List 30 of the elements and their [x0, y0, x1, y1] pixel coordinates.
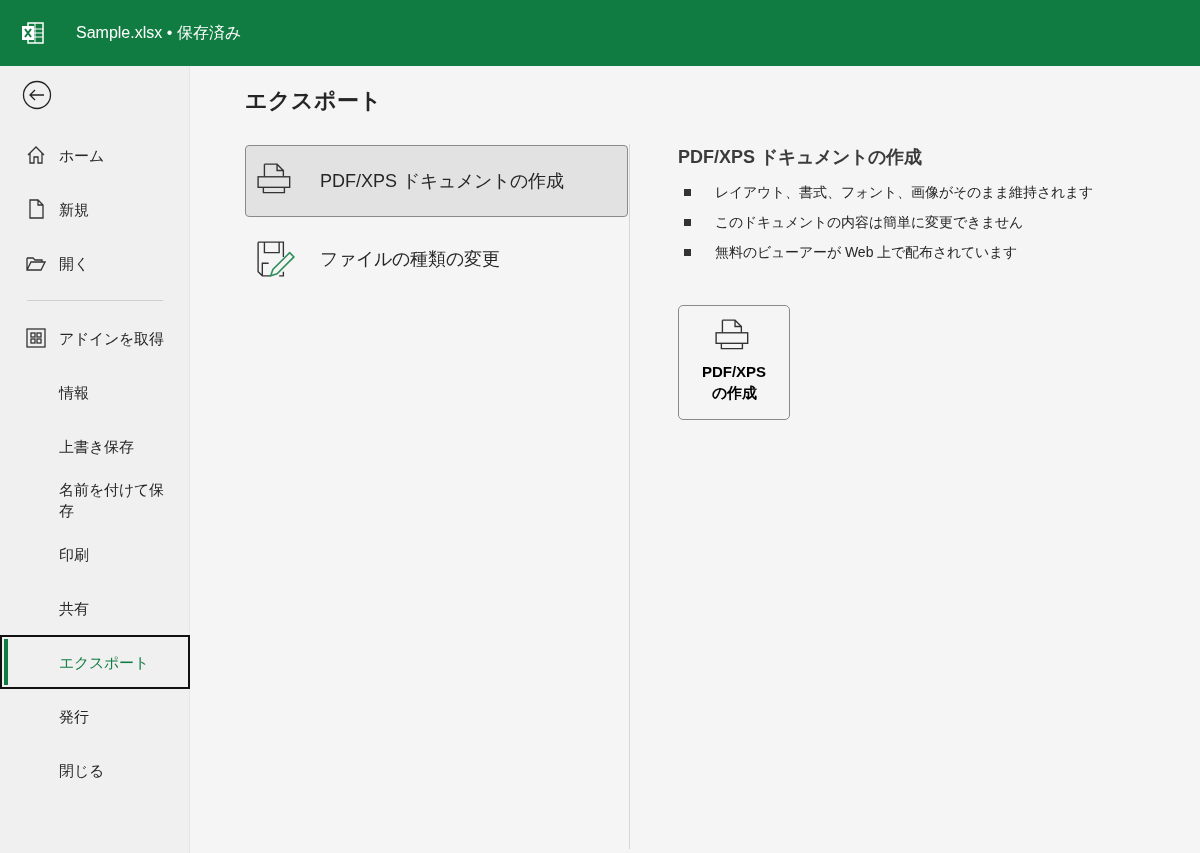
- create-pdf-button[interactable]: PDF/XPS の作成: [678, 305, 790, 421]
- sidebar-item[interactable]: 新規: [0, 182, 190, 236]
- back-button[interactable]: [22, 80, 52, 110]
- bullet-text: このドキュメントの内容は簡単に変更できません: [715, 212, 1023, 232]
- sidebar-item[interactable]: 開く: [0, 236, 190, 290]
- bullet-text: レイアウト、書式、フォント、画像がそのまま維持されます: [715, 182, 1093, 202]
- bullet-text: 無料のビューアーが Web 上で配布されています: [715, 242, 1018, 262]
- bullet-icon: [684, 188, 691, 196]
- sidebar-item[interactable]: 発行: [0, 689, 190, 743]
- window-title: Sample.xlsx • 保存済み: [76, 23, 241, 43]
- sidebar-item[interactable]: 共有: [0, 581, 190, 635]
- page-title: エクスポート: [245, 88, 383, 115]
- sidebar-item[interactable]: アドインを取得: [0, 311, 190, 365]
- floppy-pencil-icon: [256, 240, 296, 279]
- sidebar-item[interactable]: 閉じる: [0, 743, 190, 797]
- section-title: PDF/XPS ドキュメントの作成: [678, 146, 924, 170]
- home-icon: [26, 145, 46, 165]
- bullet-icon: [684, 248, 691, 256]
- spreadsheet-app-icon: [22, 22, 44, 44]
- export-option[interactable]: ファイルの種類の変更: [245, 223, 628, 296]
- sidebar-item[interactable]: エクスポート: [0, 635, 190, 689]
- export-option[interactable]: PDF/XPS ドキュメントの作成: [245, 145, 628, 218]
- sidebar-item[interactable]: 情報: [0, 365, 190, 419]
- sidebar-item[interactable]: 印刷: [0, 527, 190, 581]
- grid-icon: [26, 328, 46, 348]
- document-icon: [26, 199, 46, 219]
- sidebar-item[interactable]: 名前を付けて保存: [0, 473, 190, 527]
- sidebar-item[interactable]: 上書き保存: [0, 419, 190, 473]
- bullet-icon: [684, 218, 691, 226]
- sidebar-item[interactable]: ホーム: [0, 128, 190, 182]
